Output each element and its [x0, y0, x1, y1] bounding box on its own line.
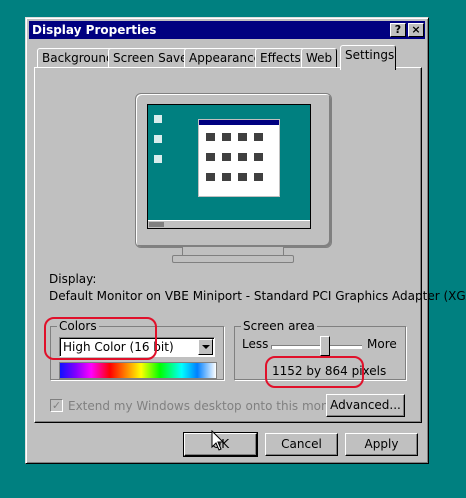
extend-desktop-label: Extend my Windows desktop onto this moni…: [68, 399, 352, 413]
annotation-oval: [44, 317, 157, 360]
cancel-button[interactable]: Cancel: [265, 433, 338, 456]
monitor-base: [172, 255, 294, 263]
screen-area-slider-thumb[interactable]: [320, 336, 330, 356]
display-properties-window: Display Properties ? × Background Screen…: [25, 17, 466, 464]
desktop-icon: [154, 115, 162, 123]
extend-desktop-checkbox[interactable]: ✓: [50, 399, 63, 412]
help-button[interactable]: ?: [390, 23, 406, 37]
advanced-button[interactable]: Advanced...: [326, 394, 405, 417]
display-value: Default Monitor on VBE Miniport - Standa…: [49, 289, 466, 303]
chevron-down-icon[interactable]: [198, 339, 213, 355]
window-title: Display Properties: [32, 23, 157, 37]
tab-settings[interactable]: Settings: [340, 45, 396, 70]
annotation-oval: [265, 356, 364, 388]
tab-effects[interactable]: Effects: [255, 48, 306, 68]
apply-button[interactable]: Apply: [345, 433, 418, 456]
desktop-icon: [154, 155, 162, 163]
display-label: Display:: [49, 272, 97, 286]
desktop-icon: [154, 135, 162, 143]
monitor-illustration: [135, 93, 332, 248]
more-label: More: [367, 337, 397, 351]
title-bar[interactable]: Display Properties ? ×: [29, 21, 425, 39]
mini-taskbar: [148, 220, 310, 228]
screen-area-group-label: Screen area: [241, 319, 317, 333]
tab-appearance[interactable]: Appearance: [184, 48, 267, 68]
screen-area-slider-track[interactable]: [271, 345, 362, 349]
mouse-pointer-icon: [211, 430, 225, 451]
tab-web[interactable]: Web: [301, 48, 338, 68]
close-button[interactable]: ×: [408, 23, 424, 37]
tab-background[interactable]: Background: [37, 48, 119, 68]
monitor-screen: [147, 104, 311, 229]
mini-window: [198, 119, 280, 197]
less-label: Less: [242, 337, 269, 351]
color-spectrum: [59, 362, 217, 379]
